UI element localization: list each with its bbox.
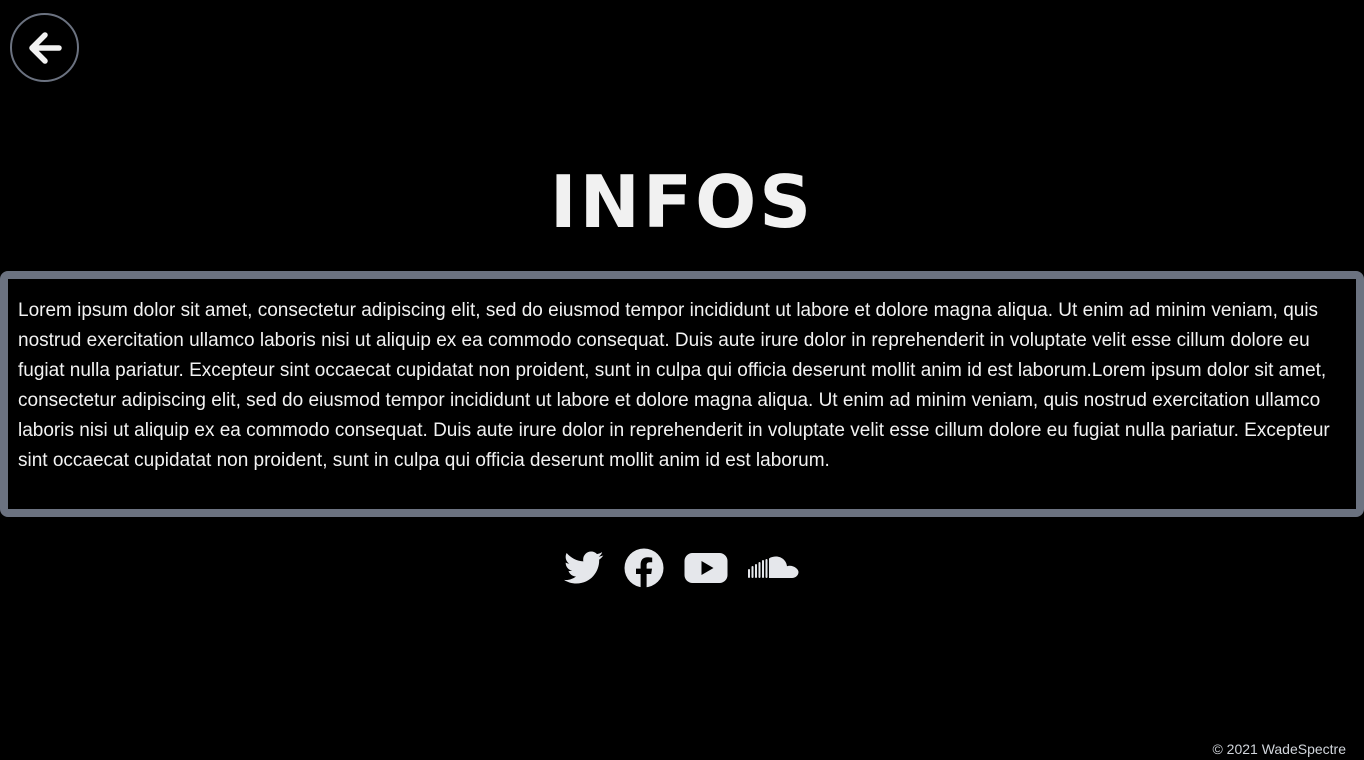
soundcloud-link[interactable] [748,555,800,581]
social-links [0,546,1364,590]
arrow-left-icon [28,31,62,64]
twitter-icon [564,551,604,584]
page-title: INFOS [549,160,815,244]
youtube-link[interactable] [684,552,728,584]
facebook-link[interactable] [624,548,664,588]
facebook-icon [624,548,664,588]
back-button[interactable] [10,13,79,82]
info-box: Lorem ipsum dolor sit amet, consectetur … [0,271,1364,517]
soundcloud-icon [748,556,799,578]
footer-copyright: © 2021 WadeSpectre [1212,741,1346,757]
twitter-link[interactable] [564,551,604,585]
youtube-icon [684,553,728,583]
info-text: Lorem ipsum dolor sit amet, consectetur … [18,300,1330,471]
